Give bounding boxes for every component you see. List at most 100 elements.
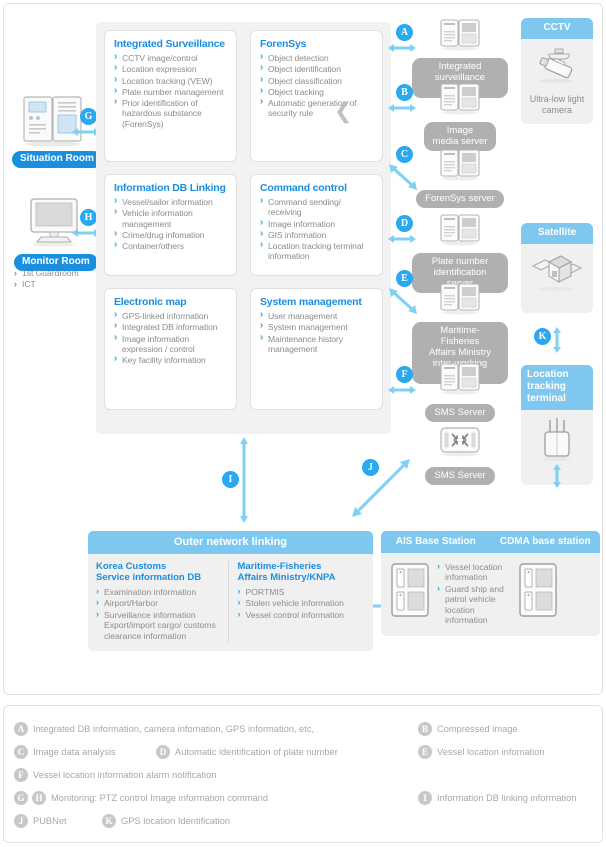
module-title: Information DB Linking xyxy=(114,182,226,194)
server-label: Image media server xyxy=(423,122,497,151)
connector-badge-G: G xyxy=(80,108,97,125)
cdma-base-station-label: CDMA base station xyxy=(499,536,591,547)
server-image-media: Image media server xyxy=(412,82,508,151)
module-title: ForenSys xyxy=(260,38,307,50)
server-icon xyxy=(440,283,480,315)
connector-G: G xyxy=(80,108,97,125)
cdma-base-station-icon xyxy=(519,563,557,617)
device-card-satellite[interactable]: Satellite xyxy=(521,223,593,313)
module-item: Prior identification of hazardous substa… xyxy=(114,97,228,129)
legend-badge-G: G xyxy=(14,791,28,805)
connector-D: D xyxy=(396,215,413,232)
column-item-list: Examination information Airport/Harbor S… xyxy=(96,586,224,641)
module-title: Electronic map xyxy=(114,296,187,308)
legend-row: A Integrated DB information, camera info… xyxy=(14,722,594,736)
legend-text: Automatic identification of plate number xyxy=(175,747,338,757)
legend: A Integrated DB information, camera info… xyxy=(14,722,594,837)
bottom-column-korea-customs: Korea Customs Service information DB Exa… xyxy=(96,561,224,642)
outer-network-linking-block: Outer network linking Korea Customs Serv… xyxy=(88,531,373,652)
legend-item-D: D Automatic identification of plate numb… xyxy=(156,745,418,759)
tracking-terminal-icon xyxy=(543,418,571,461)
module-title: Command control xyxy=(260,182,347,194)
legend-badge-H: H xyxy=(32,791,46,805)
device-card-cctv[interactable]: CCTV Ultra-low light camera xyxy=(521,18,593,124)
legend-row: G H Monitoring: PTZ control Image inform… xyxy=(14,791,594,805)
module-item: Image information xyxy=(260,218,374,229)
module-card-integrated-surveillance[interactable]: Integrated Surveillance CCTV image/contr… xyxy=(104,30,237,162)
legend-text: Vessel location infomation xyxy=(437,747,545,757)
column-item: Airport/Harbor xyxy=(96,597,224,608)
device-header: Satellite xyxy=(521,223,593,244)
module-title: System management xyxy=(260,296,362,308)
module-item: Automatic generation of security rule xyxy=(260,97,374,119)
server-icon xyxy=(440,214,480,246)
module-item: GIS information xyxy=(260,229,374,240)
connector-A: A xyxy=(396,24,413,41)
legend-item-A: A Integrated DB information, camera info… xyxy=(14,722,418,736)
module-item-list: User management System management Mainte… xyxy=(260,310,374,354)
module-item: Object identification xyxy=(260,63,374,74)
connector-badge-K: K xyxy=(534,328,551,345)
legend-item-F: F Vessel location information alarm noti… xyxy=(14,768,216,782)
server-label: SMS Server xyxy=(425,467,495,485)
module-card-information-db-linking[interactable]: Information DB Linking Vessel/sailor inf… xyxy=(104,174,237,276)
base-station-item-list: Vessel location information Guard ship a… xyxy=(437,561,511,626)
connector-H: H xyxy=(80,209,97,226)
legend-item-E: E Vessel location infomation xyxy=(418,745,545,759)
module-item: Location tracking terminal information xyxy=(260,240,374,262)
connector-badge-B: B xyxy=(396,84,413,101)
server-forensys: ForenSys server xyxy=(412,148,508,208)
module-item: Object detection xyxy=(260,52,374,63)
legend-badge-I: I xyxy=(418,791,432,805)
legend-row: C Image data analysis D Automatic identi… xyxy=(14,745,594,759)
module-panel: Integrated Surveillance CCTV image/contr… xyxy=(96,22,391,434)
module-item: Location expression xyxy=(114,63,228,74)
column-item-list: PORTMIS Stolen vehicle information Vesse… xyxy=(238,586,366,620)
block-header: Outer network linking xyxy=(88,531,373,554)
legend-text: GPS location Identification xyxy=(121,816,231,826)
legend-badge-F: F xyxy=(14,768,28,782)
module-card-command-control[interactable]: Command control Command sending/ receivi… xyxy=(250,174,383,276)
connector-badge-D: D xyxy=(396,215,413,232)
module-item: User management xyxy=(260,310,374,321)
server-icon xyxy=(440,83,480,115)
legend-badge-B: B xyxy=(418,722,432,736)
legend-row: F Vessel location information alarm noti… xyxy=(14,768,594,782)
module-item: Object classification xyxy=(260,75,374,86)
legend-text: Vessel location information alarm notifi… xyxy=(33,770,217,780)
server-label: ForenSys server xyxy=(416,190,504,208)
base-station-item: Vessel location information xyxy=(437,561,511,583)
module-item: Plate number management xyxy=(114,86,228,97)
module-item: Command sending/ receiving xyxy=(260,196,374,218)
legend-badge-E: E xyxy=(418,745,432,759)
server-label: SMS Server xyxy=(425,404,495,422)
module-item: Vessel/sailor information xyxy=(114,196,228,207)
monitor-sub-item: ICT xyxy=(14,279,79,290)
legend-badge-K: K xyxy=(102,814,116,828)
module-card-system-management[interactable]: System management User management System… xyxy=(250,288,383,410)
legend-text: Monitoring: PTZ control Image informatio… xyxy=(51,793,269,803)
module-card-forensys[interactable]: ForenSys Object detection Object identif… xyxy=(250,30,383,162)
connector-badge-C: C xyxy=(396,146,413,163)
satellite-icon xyxy=(531,255,583,292)
monitor-sub-item: 1st Guardroom xyxy=(14,268,79,279)
legend-item-K: K GPS location Identification xyxy=(102,814,230,828)
connector-badge-I: I xyxy=(222,471,239,488)
legend-badge-A: A xyxy=(14,722,28,736)
connector-badge-A: A xyxy=(396,24,413,41)
situation-room-label: Situation Room xyxy=(12,151,102,168)
connector-badge-H: H xyxy=(80,209,97,226)
collapse-chevron-left-icon[interactable]: ❮ xyxy=(334,100,352,122)
server-icon xyxy=(440,19,480,51)
module-item-list: Object detection Object identification O… xyxy=(260,52,374,119)
monitor-room-sublist: 1st Guardroom ICT xyxy=(14,268,79,290)
module-item-list: GPS-linked information Integrated DB inf… xyxy=(114,310,228,365)
situation-room-icon xyxy=(22,95,84,152)
module-card-electronic-map[interactable]: Electronic map GPS-linked information In… xyxy=(104,288,237,410)
connector-J-arrow xyxy=(352,459,410,517)
module-item: Key facility information xyxy=(114,354,228,365)
base-station-block: AIS Base Station CDMA base station Vesse… xyxy=(381,531,600,637)
server-sms-2: SMS Server xyxy=(412,425,508,485)
connector-I: I xyxy=(222,471,239,488)
connector-E: E xyxy=(396,270,413,287)
